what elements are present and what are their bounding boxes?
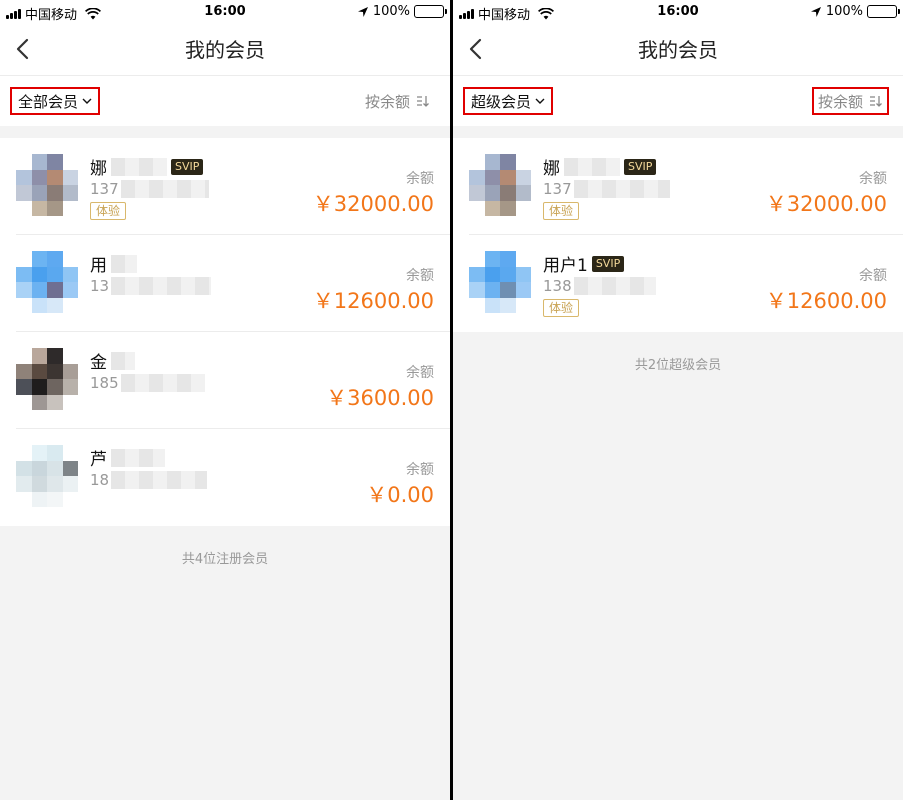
member-phone: 137 (543, 180, 572, 198)
filter-bar: 超级会员 按余额 (453, 76, 903, 126)
page-title: 我的会员 (638, 38, 718, 62)
trial-badge: 体验 (90, 202, 127, 220)
status-bar: 中国移动 16:00 100% (0, 0, 450, 24)
member-filter-dropdown[interactable]: 超级会员 (463, 87, 554, 115)
blurred-name (111, 254, 137, 273)
member-name: 用 (90, 256, 107, 276)
member-count-footer: 共2位超级会员 (634, 358, 722, 373)
sort-label: 按余额 (364, 92, 410, 111)
blurred-name (564, 157, 620, 176)
balance-value: ￥3600.00 (326, 386, 434, 410)
phone-screen-super-members: 中国移动 16:00 100% 我的会员 超级会员 按余额 娜 SVIP 137… (453, 0, 903, 800)
member-name: 娜 (543, 159, 560, 179)
member-list: 娜 SVIP 137 体验 余额 ￥32000.00 (0, 138, 450, 526)
svip-badge: SVIP (591, 255, 625, 272)
balance-value: ￥12600.00 (312, 289, 434, 313)
balance-label: 余额 (859, 171, 887, 187)
blurred-phone (111, 277, 212, 295)
balance-value: ￥32000.00 (312, 192, 434, 216)
trial-badge: 体验 (543, 202, 580, 220)
list-item[interactable]: 娜 SVIP 137 体验 余额 ￥32000.00 (469, 138, 903, 235)
battery-percent: 100% (825, 4, 863, 19)
chevron-down-icon (535, 98, 545, 104)
member-count-footer: 共4位注册会员 (181, 552, 269, 567)
avatar (16, 348, 78, 410)
blurred-name (111, 157, 167, 176)
member-name: 娜 (90, 159, 107, 179)
svip-badge: SVIP (171, 158, 204, 175)
balance-label: 余额 (406, 171, 434, 187)
balance-value: ￥12600.00 (765, 289, 887, 313)
member-phone: 13 (90, 277, 110, 295)
list-item[interactable]: 金 185 余额 ￥3600.00 (16, 332, 450, 429)
sort-by-balance-button[interactable]: 按余额 (811, 87, 889, 115)
avatar (469, 251, 531, 313)
nav-bar: 我的会员 (453, 24, 903, 76)
phone-screen-all-members: 中国移动 16:00 100% 我的会员 全部会员 按余额 娜 SVIP 137… (0, 0, 450, 800)
svip-badge: SVIP (624, 158, 657, 175)
list-item[interactable]: 用 13 余额 ￥12600.00 (16, 235, 450, 332)
balance-label: 余额 (859, 268, 887, 284)
member-filter-dropdown[interactable]: 全部会员 (10, 87, 101, 115)
chevron-down-icon (82, 98, 92, 104)
list-item[interactable]: 用户1 SVIP 138 体验 余额 ￥12600.00 (469, 235, 903, 332)
blurred-phone (120, 374, 205, 392)
filter-label: 超级会员 (471, 92, 532, 111)
balance-label: 余额 (406, 365, 434, 381)
back-chevron-icon[interactable] (14, 38, 32, 60)
member-list: 娜 SVIP 137 体验 余额 ￥32000.00 (453, 138, 903, 332)
blurred-name (111, 351, 135, 370)
member-name: 金 (90, 353, 107, 373)
blurred-name (111, 448, 165, 467)
trial-badge: 体验 (543, 299, 580, 317)
avatar (16, 154, 78, 216)
avatar (16, 251, 78, 313)
member-name: 用户1 (543, 256, 588, 276)
balance-label: 余额 (406, 462, 434, 478)
back-chevron-icon[interactable] (467, 38, 485, 60)
list-item[interactable]: 芦 18 余额 ￥0.00 (16, 429, 450, 526)
nav-bar: 我的会员 (0, 24, 450, 76)
status-bar: 中国移动 16:00 100% (453, 0, 903, 24)
member-phone: 18 (90, 471, 110, 489)
sort-icon (417, 96, 429, 107)
sort-by-balance-button[interactable]: 按余额 (361, 87, 434, 115)
blurred-phone (120, 180, 209, 198)
avatar (16, 445, 78, 507)
blurred-phone (573, 277, 656, 295)
sort-label: 按余额 (817, 92, 863, 111)
battery-icon (414, 5, 447, 18)
balance-value: ￥0.00 (366, 483, 434, 507)
member-name: 芦 (90, 450, 107, 470)
filter-bar: 全部会员 按余额 (0, 76, 450, 126)
filter-label: 全部会员 (18, 92, 79, 111)
list-item[interactable]: 娜 SVIP 137 体验 余额 ￥32000.00 (16, 138, 450, 235)
battery-icon (867, 5, 900, 18)
member-phone: 137 (90, 180, 119, 198)
sort-icon (870, 96, 882, 107)
balance-label: 余额 (406, 268, 434, 284)
location-arrow-icon (357, 6, 368, 17)
balance-value: ￥32000.00 (765, 192, 887, 216)
member-phone: 185 (90, 374, 119, 392)
member-phone: 138 (543, 277, 572, 295)
avatar (469, 154, 531, 216)
location-arrow-icon (810, 6, 821, 17)
battery-percent: 100% (372, 4, 410, 19)
blurred-phone (111, 471, 208, 489)
page-title: 我的会员 (185, 38, 265, 62)
blurred-phone (573, 180, 670, 198)
